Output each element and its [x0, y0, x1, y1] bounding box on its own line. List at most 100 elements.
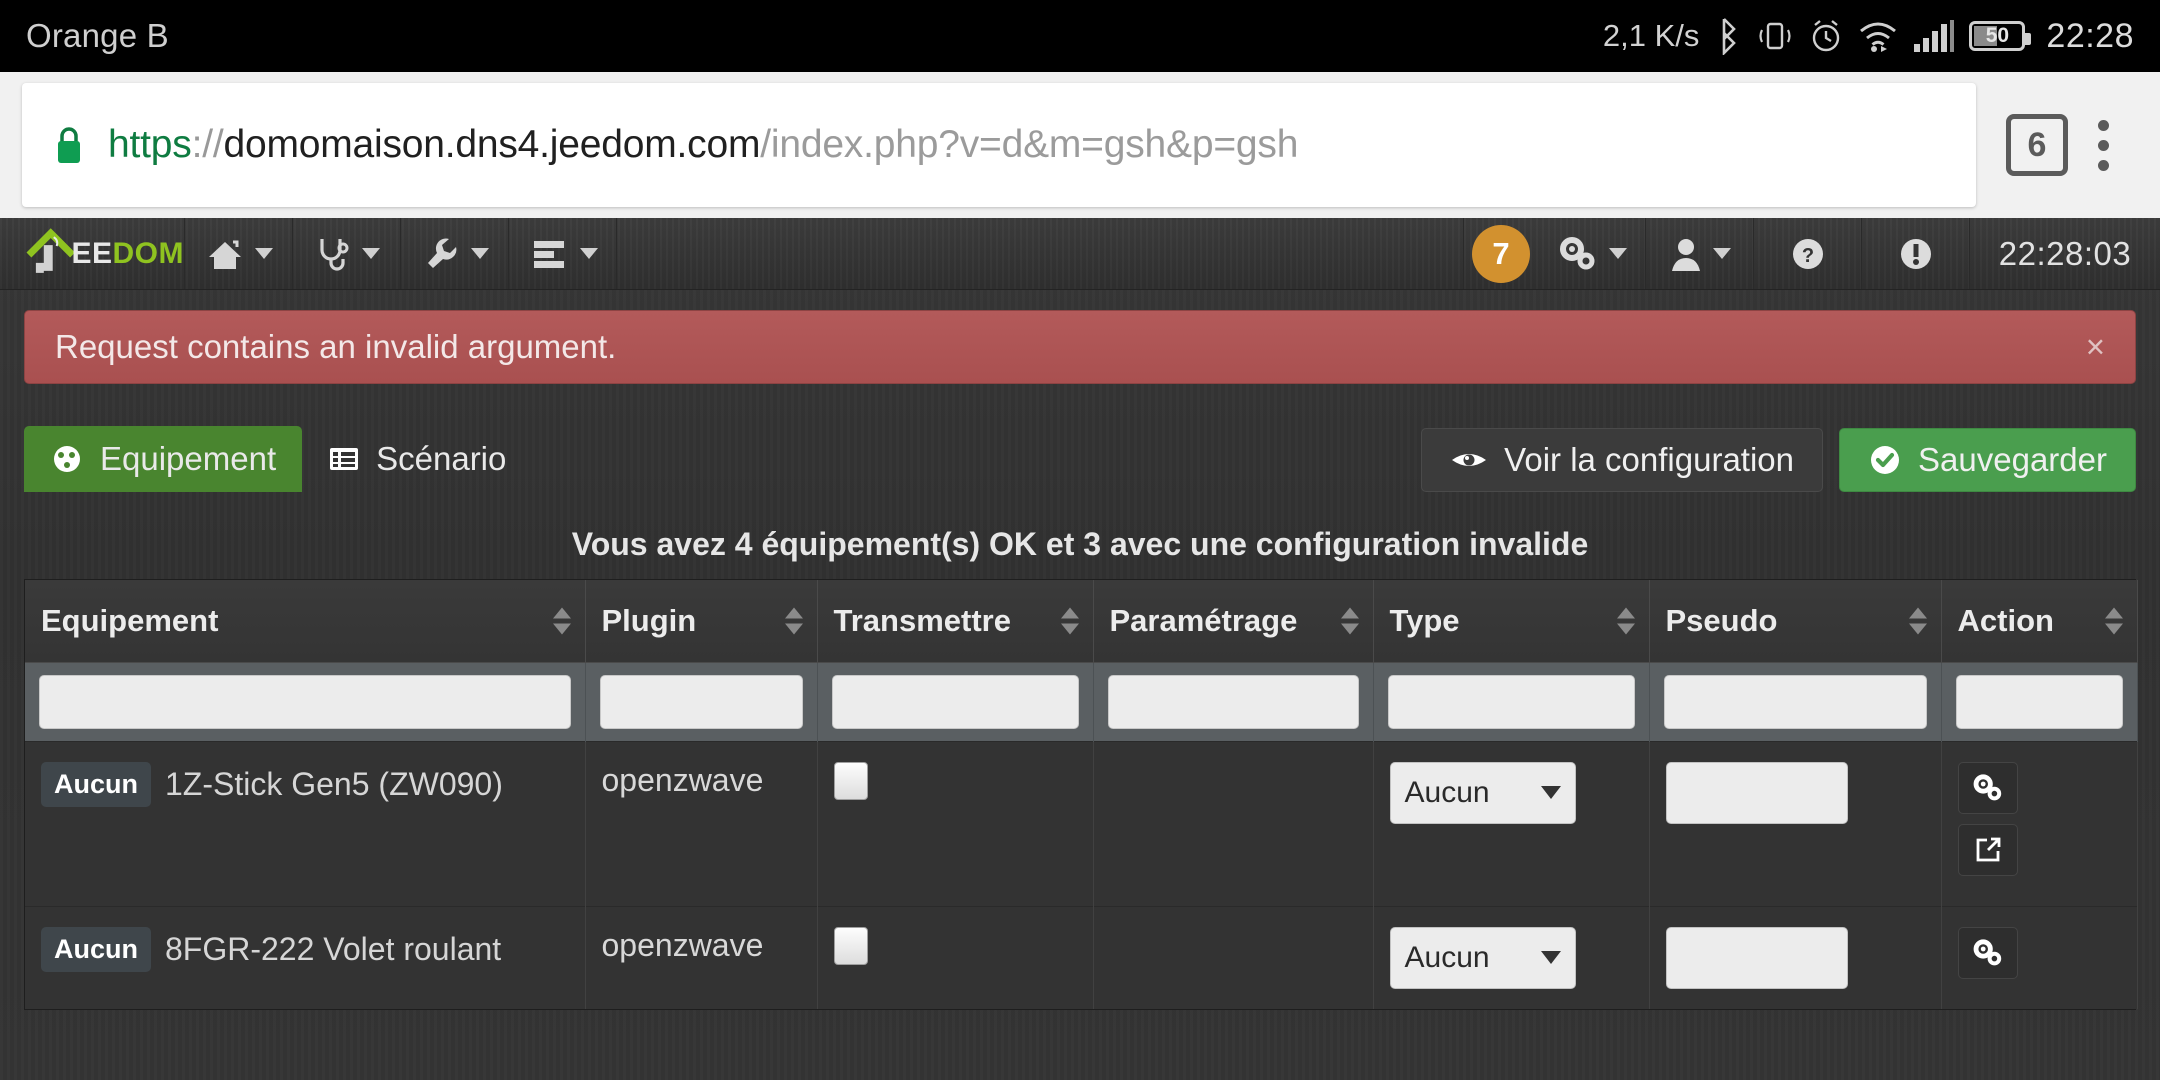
nav-settings[interactable]	[1538, 218, 1646, 289]
filter-input-action[interactable]	[1955, 674, 2123, 729]
sort-icon[interactable]	[2104, 607, 2123, 635]
notification-badge[interactable]: 7	[1472, 224, 1530, 283]
address-bar[interactable]: https://domomaison.dns4.jeedom.com/index…	[22, 83, 1976, 207]
header-plugin[interactable]: Plugin	[585, 580, 818, 663]
user-icon	[1671, 238, 1700, 271]
save-label: Sauvegarder	[1918, 441, 2107, 478]
tab-count-button[interactable]: 6	[2006, 114, 2068, 176]
app-navbar: EEDOM 7 ? 22:28:03	[0, 218, 2160, 290]
cell-transmettre	[817, 740, 1094, 906]
nav-help[interactable]: ?	[1754, 218, 1862, 289]
cell-pseudo	[1649, 740, 1942, 906]
sort-icon[interactable]	[1340, 607, 1359, 635]
wifi-icon	[1860, 22, 1897, 52]
status-icons: 2,1 K/s 50 22:28	[1603, 17, 2134, 56]
help-circle-icon: ?	[1792, 238, 1823, 269]
filter-cell-transmettre	[817, 661, 1094, 741]
android-status-bar: Orange B 2,1 K/s 50 22:28	[0, 0, 2160, 72]
tab-scenario-label: Scénario	[376, 440, 507, 477]
table-filter-row	[25, 661, 2138, 741]
signal-icon	[1914, 20, 1955, 52]
filter-input-parametrage[interactable]	[1107, 674, 1359, 729]
url-scheme: https	[108, 123, 192, 166]
gears-icon	[1559, 236, 1594, 269]
status-badge: Aucun	[41, 761, 151, 807]
equipement-name: 1Z-Stick Gen5 (ZW090)	[165, 765, 503, 802]
filter-input-plugin[interactable]	[599, 674, 803, 729]
pseudo-input[interactable]	[1665, 761, 1848, 824]
status-badge: Aucun	[41, 926, 151, 972]
filter-cell-plugin	[585, 661, 818, 741]
header-type[interactable]: Type	[1373, 580, 1650, 663]
status-clock: 22:28	[2046, 16, 2134, 55]
header-equipement-label: Equipement	[41, 602, 219, 638]
open-external-button[interactable]	[1957, 823, 2018, 876]
cell-equipement: Aucun 1Z-Stick Gen5 (ZW090)	[25, 740, 586, 906]
carrier-label: Orange B	[26, 17, 169, 54]
battery-icon: 50	[1969, 21, 2032, 51]
configure-button[interactable]	[1957, 926, 2018, 979]
error-alert: Request contains an invalid argument. ×	[24, 310, 2136, 384]
table-header-row: Equipement Plugin Transmettre Paramétrag…	[25, 580, 2138, 663]
pseudo-input[interactable]	[1665, 926, 1848, 989]
wrench-icon	[427, 238, 456, 268]
gears-icon	[1973, 773, 2001, 800]
filter-input-equipement[interactable]	[39, 674, 571, 729]
eye-icon	[1452, 454, 1487, 466]
filter-input-transmettre[interactable]	[831, 674, 1079, 729]
cell-type: Aucun	[1373, 905, 1650, 1009]
header-transmettre-label: Transmettre	[833, 602, 1011, 638]
nav-tools[interactable]	[401, 218, 509, 289]
header-type-label: Type	[1389, 602, 1460, 638]
header-action[interactable]: Action	[1941, 580, 2138, 663]
brand-first: EE	[71, 236, 113, 270]
equipment-table-wrapper: Equipement Plugin Transmettre Paramétrag…	[24, 579, 2138, 1010]
header-action-label: Action	[1957, 602, 2054, 638]
filter-input-type[interactable]	[1387, 674, 1635, 729]
chevron-down-icon	[470, 248, 489, 259]
sort-icon[interactable]	[784, 607, 803, 635]
close-icon[interactable]: ×	[2086, 328, 2105, 366]
chevron-down-icon	[1608, 248, 1627, 259]
nav-health[interactable]	[293, 218, 401, 289]
table-row: Aucun 8FGR-222 Volet roulant openzwave Au…	[25, 905, 2138, 1009]
save-button[interactable]: Sauvegarder	[1839, 428, 2136, 492]
cell-pseudo	[1649, 905, 1942, 1009]
view-config-button[interactable]: Voir la configuration	[1421, 428, 1824, 492]
kebab-menu-icon[interactable]	[2068, 119, 2138, 171]
equipement-name: 8FGR-222 Volet roulant	[165, 930, 502, 967]
header-parametrage[interactable]: Paramétrage	[1093, 580, 1374, 663]
lock-icon	[58, 127, 80, 163]
sort-icon[interactable]	[1060, 607, 1079, 635]
configure-button[interactable]	[1957, 761, 2018, 814]
tab-equipement[interactable]: Equipement	[24, 426, 303, 492]
transmettre-checkbox[interactable]	[833, 926, 868, 965]
nav-plugins[interactable]	[509, 218, 617, 289]
cell-equipement: Aucun 8FGR-222 Volet roulant	[25, 905, 586, 1009]
toolbar: Equipement Scénario Voir la configuratio…	[0, 426, 2160, 492]
type-select[interactable]: Aucun	[1389, 761, 1576, 824]
filter-input-pseudo[interactable]	[1663, 674, 1927, 729]
cell-transmettre	[817, 905, 1094, 1009]
jeedom-logo[interactable]: EEDOM	[0, 218, 185, 289]
type-select[interactable]: Aucun	[1389, 926, 1576, 989]
filter-cell-type	[1373, 661, 1650, 741]
nav-alerts[interactable]	[1862, 218, 1970, 289]
chevron-down-icon	[254, 248, 273, 259]
transmettre-checkbox[interactable]	[833, 761, 868, 800]
tab-scenario[interactable]: Scénario	[302, 426, 532, 492]
nav-user[interactable]	[1646, 218, 1754, 289]
header-transmettre[interactable]: Transmettre	[817, 580, 1094, 663]
jeedom-app: EEDOM 7 ? 22:28:03 Request contains an i…	[0, 218, 2160, 1080]
nav-home[interactable]	[185, 218, 293, 289]
summary-text: Vous avez 4 équipement(s) OK et 3 avec u…	[571, 526, 1589, 562]
filter-cell-pseudo	[1649, 661, 1942, 741]
filter-cell-equipement	[25, 661, 586, 741]
sort-icon[interactable]	[1908, 607, 1927, 635]
header-equipement[interactable]: Equipement	[25, 580, 586, 663]
sort-icon[interactable]	[552, 607, 571, 635]
header-pseudo[interactable]: Pseudo	[1649, 580, 1942, 663]
brand-label: EEDOM	[71, 237, 184, 271]
gears-icon	[1973, 938, 2001, 965]
sort-icon[interactable]	[1616, 607, 1635, 635]
